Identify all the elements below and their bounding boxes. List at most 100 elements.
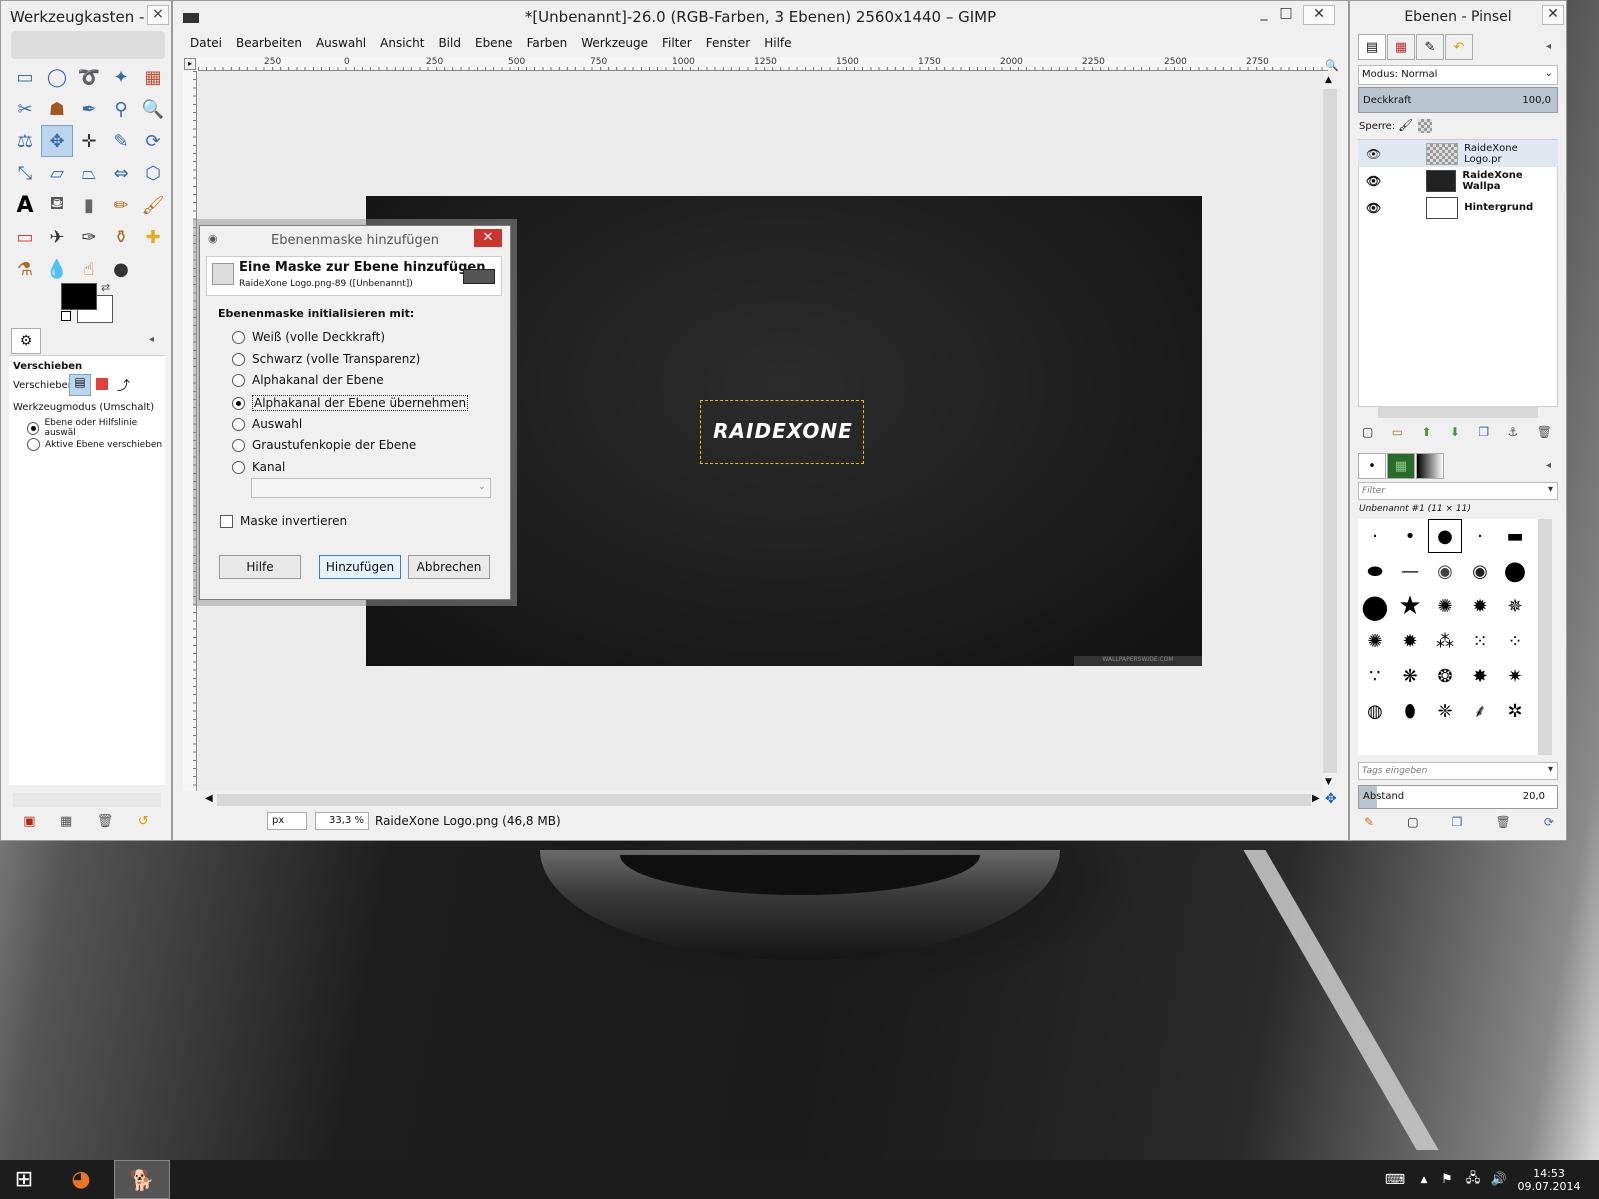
pencil-icon[interactable]: ✏ (105, 189, 137, 221)
horizontal-ruler[interactable]: 250 0 250 500 750 1000 1250 1500 1750 20… (198, 57, 1328, 71)
ellipse-select-icon[interactable]: ◯ (41, 61, 73, 93)
menu-datei[interactable]: Datei (183, 34, 229, 56)
clock[interactable]: 14:53 09.07.2014 (1514, 1160, 1584, 1199)
menu-ebene[interactable]: Ebene (468, 34, 520, 56)
brush-item[interactable]: ✸ (1463, 659, 1497, 693)
layers-hscrollbar[interactable] (1378, 406, 1538, 418)
maximize-button[interactable]: □ (1275, 5, 1297, 25)
dialog-close-button[interactable]: ✕ (474, 229, 502, 247)
reset-options-icon[interactable]: ↺ (138, 814, 149, 829)
save-options-icon[interactable]: ▣ (23, 814, 35, 829)
option-alpha-transfer[interactable]: Alphakanal der Ebene übernehmen (232, 395, 469, 411)
add-button[interactable]: Hinzufügen (319, 555, 401, 579)
paintbrush-icon[interactable]: 🖌 (137, 189, 169, 221)
brush-item[interactable]: ◍ (1358, 694, 1392, 728)
patterns-tab-icon[interactable]: ▦ (1387, 453, 1415, 479)
layers-tab-icon[interactable]: ▤ (1358, 34, 1386, 60)
brush-item[interactable]: ● (1498, 554, 1532, 588)
brush-vscrollbar[interactable] (1538, 519, 1552, 755)
visibility-eye-icon[interactable]: 👁 (1366, 174, 1381, 188)
brush-item[interactable]: ● (1358, 587, 1392, 625)
brush-item[interactable]: ▬ (1498, 519, 1532, 553)
unit-select[interactable]: px (267, 812, 307, 830)
color-picker-icon[interactable]: ⚲ (105, 93, 137, 125)
scissors-icon[interactable]: ✂ (9, 93, 41, 125)
radio-white[interactable] (232, 330, 245, 344)
brush-item-selected[interactable]: ● (1428, 519, 1462, 553)
mode-option-pick-layer[interactable]: Ebene oder Hilfslinie auswäl (27, 418, 165, 438)
perspective-clone-icon[interactable]: ⚗ (9, 253, 41, 285)
paths-tab-icon[interactable]: ✎ (1416, 34, 1444, 60)
move-selection-icon[interactable] (96, 378, 108, 390)
brush-item[interactable]: ⬮ (1393, 694, 1427, 728)
crop-icon[interactable]: ✎ (105, 125, 137, 157)
new-layer-icon[interactable]: ▢ (1362, 425, 1373, 439)
restore-options-icon[interactable]: ▦ (60, 814, 72, 829)
duplicate-layer-icon[interactable]: ❐ (1478, 425, 1489, 439)
toolbox-close-button[interactable]: × (147, 5, 169, 25)
cancel-button[interactable]: Abbrechen (408, 555, 490, 579)
invert-mask-option[interactable]: Maske invertieren (220, 514, 347, 528)
action-center-flag-icon[interactable]: ⚑ (1436, 1160, 1458, 1199)
brush-tags-input[interactable]: Tags eingeben ▾ (1358, 762, 1558, 780)
lock-pixels-icon[interactable]: 🖌 (1398, 118, 1413, 132)
option-black[interactable]: Schwarz (volle Transparenz) (232, 352, 420, 366)
radio-black[interactable] (232, 352, 245, 366)
brushes-tab-icon[interactable]: • (1358, 453, 1386, 479)
align-icon[interactable]: ✛ (73, 125, 105, 157)
close-button[interactable]: ✕ (1303, 5, 1335, 25)
gradient-icon[interactable]: ▮ (73, 189, 105, 221)
airbrush-icon[interactable]: ✈ (41, 221, 73, 253)
minimize-button[interactable]: _ (1253, 5, 1275, 25)
brush-item[interactable]: ❋ (1393, 659, 1427, 693)
option-channel[interactable]: Kanal (232, 460, 285, 474)
undo-tab-icon[interactable]: ↶ (1445, 34, 1473, 60)
mode-select[interactable]: Modus: Normal ⌄ (1358, 65, 1558, 85)
tool-options-tab-icon[interactable]: ⚙ (11, 328, 41, 354)
gimp-taskbar-icon[interactable]: 🐕 (114, 1160, 170, 1199)
brush-item[interactable]: ❂ (1428, 659, 1462, 693)
bucket-fill-icon[interactable]: ⛾ (41, 189, 73, 221)
paths-icon[interactable]: ✒ (73, 93, 105, 125)
default-colors-icon[interactable] (61, 311, 71, 321)
heal-icon[interactable]: ✚ (137, 221, 169, 253)
gradients-tab-icon[interactable] (1416, 453, 1444, 479)
brush-item[interactable]: ❈ (1428, 694, 1462, 728)
option-grayscale[interactable]: Graustufenkopie der Ebene (232, 438, 416, 452)
brush-item[interactable]: · (1463, 519, 1497, 553)
rect-select-icon[interactable]: ▭ (9, 61, 41, 93)
menu-hilfe[interactable]: Hilfe (757, 34, 798, 56)
foreground-color-swatch[interactable] (61, 283, 97, 310)
scroll-left-icon[interactable]: ◀ (205, 793, 213, 804)
eraser-icon[interactable]: ▭ (9, 221, 41, 253)
volume-icon[interactable]: 🔊 (1488, 1160, 1510, 1199)
menu-fenster[interactable]: Fenster (699, 34, 758, 56)
panel-menu-icon[interactable]: ◂ (1546, 460, 1551, 471)
visibility-eye-icon[interactable]: 👁 (1366, 201, 1381, 215)
zoom-icon[interactable]: 🔍 (137, 93, 169, 125)
move-layer-icon[interactable]: ▤ (69, 374, 91, 396)
option-alpha[interactable]: Alphakanal der Ebene (232, 373, 384, 387)
mode-radio-1[interactable] (27, 421, 40, 435)
flip-icon[interactable]: ⇔ (105, 157, 137, 189)
menu-bearbeiten[interactable]: Bearbeiten (229, 34, 309, 56)
measure-icon[interactable]: ⚖ (9, 125, 41, 157)
toolbox-hscrollbar[interactable] (13, 793, 161, 807)
brush-item[interactable]: ✺ (1428, 589, 1462, 623)
free-select-icon[interactable]: ➰ (73, 61, 105, 93)
windows-start-icon[interactable]: ⊞ (0, 1160, 48, 1199)
horizontal-scrollbar[interactable] (217, 794, 1311, 806)
lock-alpha-icon[interactable] (1418, 119, 1432, 133)
vertical-scrollbar[interactable] (1323, 89, 1337, 773)
brush-item[interactable]: ✲ (1498, 694, 1532, 728)
ink-icon[interactable]: ✑ (73, 221, 105, 253)
brush-item[interactable]: ✹ (1393, 624, 1427, 658)
layer-row[interactable]: 👁 RaideXone Wallpa (1358, 167, 1558, 194)
radio-alpha[interactable] (232, 373, 245, 387)
brush-item[interactable]: ∵ (1358, 659, 1392, 693)
visibility-eye-icon[interactable]: 👁 (1366, 147, 1381, 161)
cage-transform-icon[interactable]: ⬡ (137, 157, 169, 189)
option-selection[interactable]: Auswahl (232, 417, 302, 431)
opacity-slider[interactable]: Deckkraft 100,0 (1358, 87, 1558, 113)
clone-icon[interactable]: ⚱ (105, 221, 137, 253)
